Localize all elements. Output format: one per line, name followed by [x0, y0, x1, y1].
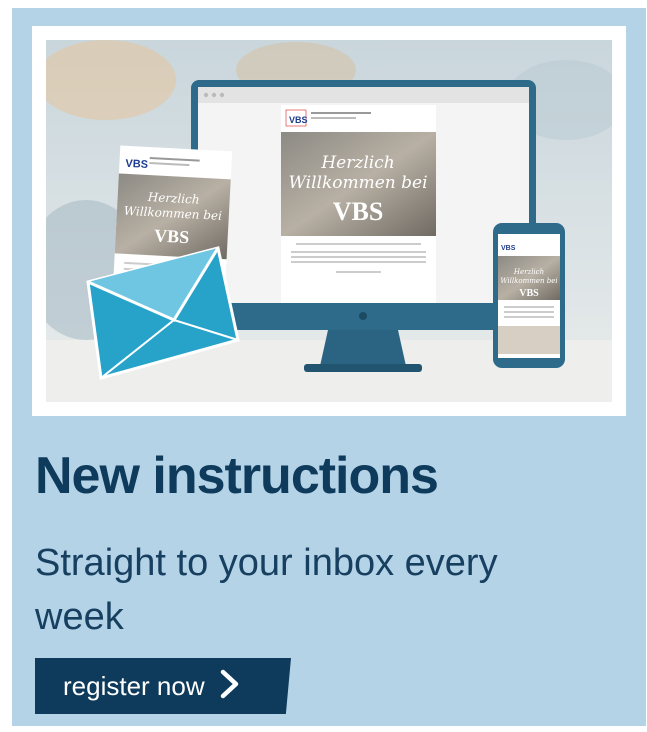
letter-greeting-1: Herzlich	[146, 190, 199, 207]
monitor-greeting-1: Herzlich	[320, 153, 394, 173]
promo-subline: Straight to your inbox every week	[35, 542, 498, 638]
devices-illustration: VBS Herzlich Willkommen bei VBS VBS Herz…	[46, 40, 612, 402]
monitor-greeting-2: Willkommen bei	[288, 173, 427, 193]
letter-logo-text: VBS	[125, 158, 148, 171]
monitor-greeting-logo: VBS	[333, 197, 384, 226]
phone-greeting-logo: VBS	[519, 288, 539, 299]
register-now-label: register now	[63, 671, 205, 701]
newsletter-promo-card: VBS Herzlich Willkommen bei VBS VBS Herz…	[12, 8, 646, 726]
phone-logo-text: VBS	[501, 245, 516, 252]
letter-greeting-logo: VBS	[154, 225, 190, 247]
newsletter-devices-image: VBS Herzlich Willkommen bei VBS VBS Herz…	[32, 26, 626, 416]
promo-headline: New instructions	[35, 447, 439, 505]
monitor-logo-text: VBS	[289, 115, 308, 125]
phone-greeting-1: Herzlich	[513, 268, 544, 276]
register-now-button[interactable]: register now	[35, 658, 291, 714]
phone-greeting-2: Willkommen bei	[500, 277, 557, 285]
chevron-right-icon	[219, 669, 241, 704]
